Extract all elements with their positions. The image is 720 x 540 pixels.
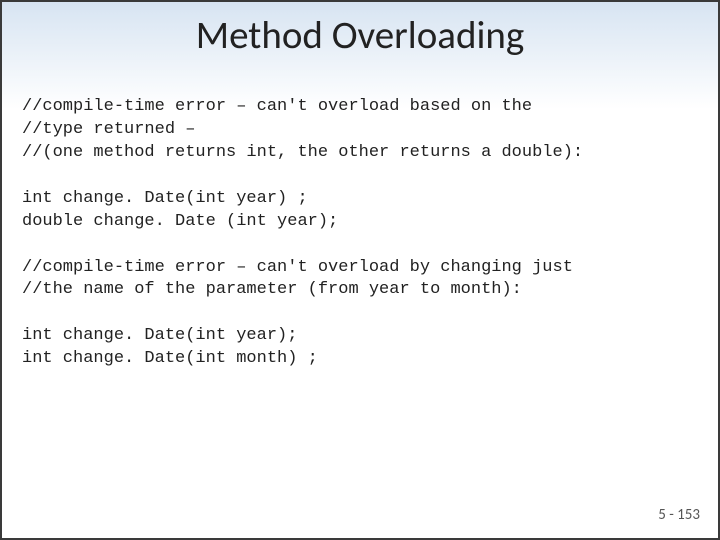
code-line: //compile-time error – can't overload by… xyxy=(22,258,573,277)
page-number: 5 - 153 xyxy=(658,506,700,524)
code-line: //(one method returns int, the other ret… xyxy=(22,143,583,162)
code-line: int change. Date(int year); xyxy=(22,326,297,345)
code-line: int change. Date(int month) ; xyxy=(22,349,318,368)
code-block: //compile-time error – can't overload ba… xyxy=(2,73,718,371)
slide-title: Method Overloading xyxy=(2,12,718,59)
code-line: double change. Date (int year); xyxy=(22,212,338,231)
code-line: //type returned – xyxy=(22,120,195,139)
code-line: //compile-time error – can't overload ba… xyxy=(22,97,532,116)
code-line: int change. Date(int year) ; xyxy=(22,189,308,208)
code-line: //the name of the parameter (from year t… xyxy=(22,280,522,299)
slide: Method Overloading //compile-time error … xyxy=(0,0,720,540)
